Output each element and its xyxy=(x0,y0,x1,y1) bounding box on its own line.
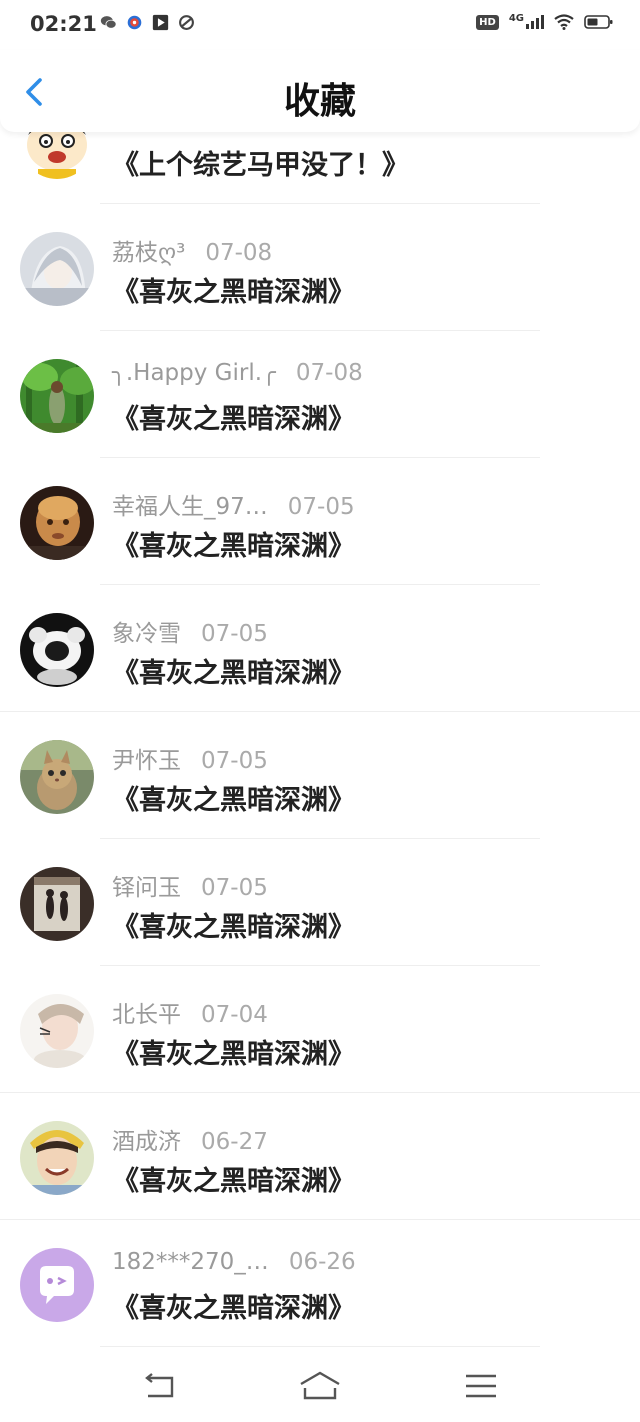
menu-nav-icon xyxy=(466,1374,496,1398)
avatar[interactable] xyxy=(20,359,94,433)
wechat-icon xyxy=(100,16,117,29)
item-title: 《喜灰之黑暗深渊》 xyxy=(112,785,355,816)
user-name: 182***270_… xyxy=(112,1249,269,1275)
avatar[interactable] xyxy=(20,613,94,687)
browser-app-icon xyxy=(179,15,194,30)
item-title: 《喜灰之黑暗深渊》 xyxy=(112,1293,355,1324)
avatar[interactable] xyxy=(20,994,94,1068)
item-meta: 象冷雪 07-05 xyxy=(112,614,268,648)
back-nav-button[interactable] xyxy=(140,1370,180,1404)
list-item[interactable]: 北长平 07-04 《喜灰之黑暗深渊》 xyxy=(0,966,640,1093)
item-date: 07-08 xyxy=(205,240,273,266)
item-title: 《喜灰之黑暗深渊》 xyxy=(112,658,355,689)
item-title: 《上个综艺马甲没了！》 xyxy=(112,150,409,181)
item-meta: ╮.Happy Girl.╭ 07-08 xyxy=(112,360,363,386)
item-meta: 北长平 07-04 xyxy=(112,995,268,1029)
item-title: 《喜灰之黑暗深渊》 xyxy=(112,912,355,943)
user-name: 荔枝ღ³ xyxy=(112,240,186,266)
app-icon-red xyxy=(127,15,142,30)
status-bar: 02:21 HD 4G xyxy=(0,0,640,50)
wifi-icon xyxy=(554,14,574,30)
user-name: 象冷雪 xyxy=(112,621,181,647)
item-title: 《喜灰之黑暗深渊》 xyxy=(112,1166,355,1197)
list-item[interactable]: 尹怀玉 07-05 《喜灰之黑暗深渊》 xyxy=(0,712,640,839)
cat-avatar xyxy=(20,740,94,814)
item-date: 07-08 xyxy=(295,360,363,386)
item-date: 07-05 xyxy=(287,494,355,520)
item-title: 《喜灰之黑暗深渊》 xyxy=(112,531,355,562)
video-app-icon xyxy=(152,14,169,31)
nav-header: 收藏 xyxy=(0,50,640,132)
list-item[interactable]: 象冷雪 07-05 《喜灰之黑暗深渊》 xyxy=(0,585,640,712)
notification-icons xyxy=(100,14,195,31)
avatar[interactable] xyxy=(20,867,94,941)
item-meta: 尹怀玉 07-05 xyxy=(112,741,268,775)
battery-icon xyxy=(584,15,613,29)
list-item[interactable]: 182***270_… 06-26 《喜灰之黑暗深渊》 xyxy=(0,1220,640,1347)
user-name: 幸福人生_97… xyxy=(112,494,268,520)
smiling-boy-avatar xyxy=(20,1121,94,1195)
avatar[interactable] xyxy=(20,1121,94,1195)
doll-avatar xyxy=(20,486,94,560)
list-item[interactable]: 铎问玉 07-05 《喜灰之黑暗深渊》 xyxy=(0,839,640,966)
default-chat-avatar xyxy=(20,1248,94,1322)
system-icons: HD 4G xyxy=(476,13,614,30)
list-item[interactable]: 荔枝ღ³ 07-08 《喜灰之黑暗深渊》 xyxy=(0,204,640,331)
avatar[interactable] xyxy=(20,1248,94,1322)
divider xyxy=(100,1346,540,1347)
back-nav-icon xyxy=(145,1373,174,1398)
item-date: 06-27 xyxy=(201,1129,268,1155)
user-name: ╮.Happy Girl.╭ xyxy=(112,360,276,386)
dancers-avatar xyxy=(20,867,94,941)
home-nav-button[interactable] xyxy=(298,1370,342,1404)
item-date: 07-05 xyxy=(201,621,268,647)
item-date: 06-26 xyxy=(288,1249,356,1275)
avatar[interactable] xyxy=(20,740,94,814)
item-meta: 荔枝ღ³ 07-08 xyxy=(112,233,272,267)
forest-avatar xyxy=(20,359,94,433)
avatar[interactable] xyxy=(20,232,94,306)
item-meta: 幸福人生_97… 07-05 xyxy=(112,487,355,521)
item-title: 《喜灰之黑暗深渊》 xyxy=(112,404,355,435)
user-name: 酒成济 xyxy=(112,1129,181,1155)
anime-girl-avatar xyxy=(20,232,94,306)
item-meta: 铎问玉 07-05 xyxy=(112,868,268,902)
item-title: 《喜灰之黑暗深渊》 xyxy=(112,1039,355,1070)
girl-avatar xyxy=(20,994,94,1068)
status-time: 02:21 xyxy=(30,12,97,36)
list-item[interactable]: 幸福人生_97… 07-05 《喜灰之黑暗深渊》 xyxy=(0,458,640,585)
system-nav-bar xyxy=(0,1350,640,1422)
user-name: 铎问玉 xyxy=(112,875,181,901)
list-item[interactable]: 酒成济 06-27 《喜灰之黑暗深渊》 xyxy=(0,1093,640,1220)
favorites-list: 《上个综艺马甲没了！》 荔枝ღ³ 07-08 《喜灰之黑暗深渊》 ╮.Happy… xyxy=(0,77,640,1347)
user-name: 北长平 xyxy=(112,1002,181,1028)
home-nav-icon xyxy=(300,1371,340,1400)
item-date: 07-05 xyxy=(201,748,268,774)
item-meta: 182***270_… 06-26 xyxy=(112,1249,356,1275)
avatar[interactable] xyxy=(20,486,94,560)
hd-icon: HD xyxy=(476,14,499,30)
item-date: 07-05 xyxy=(201,875,268,901)
network-label: 4G xyxy=(508,13,524,24)
list-item[interactable]: ╮.Happy Girl.╭ 07-08 《喜灰之黑暗深渊》 xyxy=(0,331,640,458)
item-date: 07-04 xyxy=(201,1002,268,1028)
signal-icon: 4G xyxy=(508,13,544,29)
menu-nav-button[interactable] xyxy=(462,1370,502,1404)
user-name: 尹怀玉 xyxy=(112,748,181,774)
item-meta: 酒成济 06-27 xyxy=(112,1122,268,1156)
panda-avatar xyxy=(20,613,94,687)
page-title: 收藏 xyxy=(283,81,356,122)
item-title: 《喜灰之黑暗深渊》 xyxy=(112,277,355,308)
